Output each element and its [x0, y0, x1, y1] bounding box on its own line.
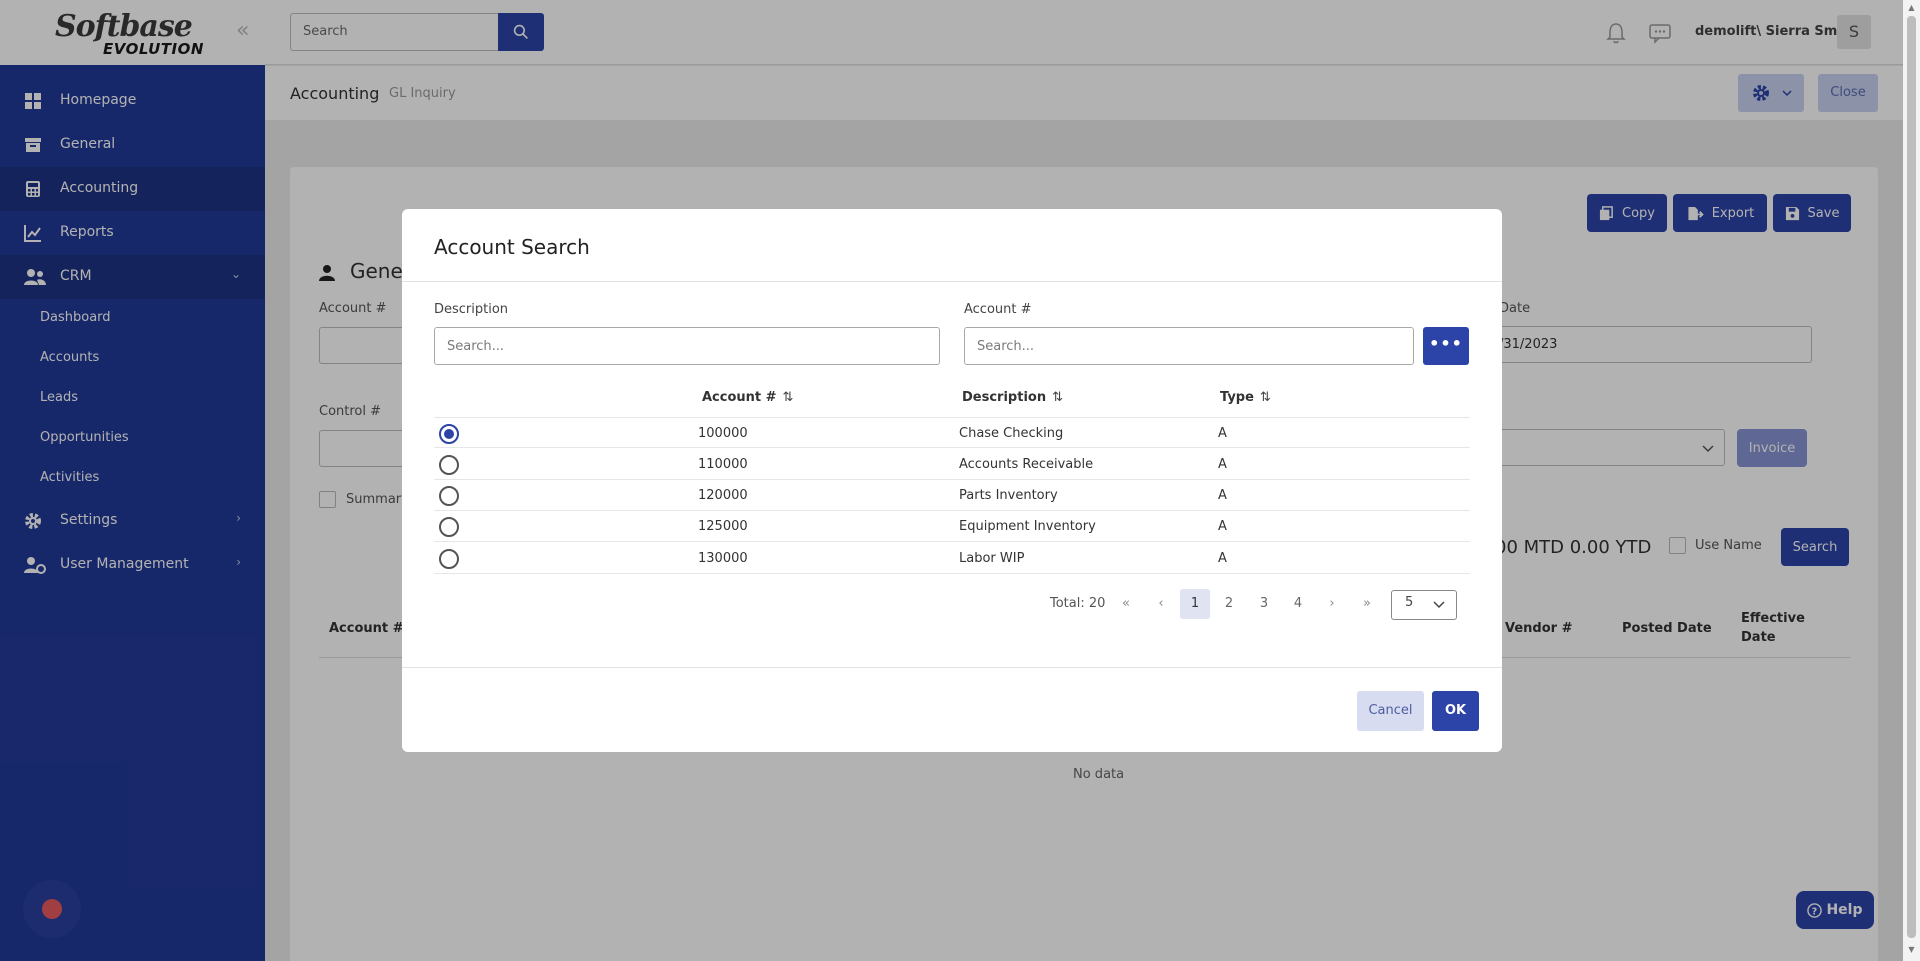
description-label: Description — [434, 302, 509, 317]
sort-icon[interactable]: ⇅ — [1052, 390, 1063, 405]
sort-icon[interactable]: ⇅ — [1260, 390, 1271, 405]
type-cell: A — [1218, 488, 1227, 503]
description-cell: Chase Checking — [959, 426, 1064, 441]
more-options-button[interactable]: ••• — [1423, 327, 1469, 365]
table-row[interactable]: 120000 Parts Inventory A — [434, 480, 1470, 511]
page-button-1[interactable]: 1 — [1180, 589, 1210, 619]
row-radio[interactable] — [439, 486, 459, 506]
page-button-3[interactable]: 3 — [1249, 589, 1279, 619]
type-cell: A — [1218, 426, 1227, 441]
divider — [402, 281, 1502, 282]
account-cell: 125000 — [698, 519, 748, 534]
divider — [402, 667, 1502, 668]
type-cell: A — [1218, 519, 1227, 534]
type-cell: A — [1218, 551, 1227, 566]
last-page-button[interactable]: » — [1352, 589, 1382, 619]
ok-button[interactable]: OK — [1432, 691, 1479, 731]
prev-page-button[interactable]: ‹ — [1146, 589, 1176, 619]
page-size-select[interactable]: 5 — [1391, 590, 1457, 620]
page-size-value: 5 — [1405, 595, 1414, 610]
column-header-label: Type — [1220, 390, 1254, 405]
description-cell: Equipment Inventory — [959, 519, 1096, 534]
page-scrollbar[interactable]: ▲ ▼ — [1903, 0, 1920, 961]
page-button-2[interactable]: 2 — [1214, 589, 1244, 619]
description-search-input[interactable]: Search... — [434, 327, 940, 365]
row-radio[interactable] — [439, 549, 459, 569]
first-page-button[interactable]: « — [1111, 589, 1141, 619]
account-number-search-input[interactable]: Search... — [964, 327, 1414, 365]
account-number-label: Account # — [964, 302, 1032, 317]
description-cell: Labor WIP — [959, 551, 1025, 566]
cancel-button[interactable]: Cancel — [1357, 691, 1424, 731]
type-cell: A — [1218, 457, 1227, 472]
account-cell: 130000 — [698, 551, 748, 566]
row-radio[interactable] — [439, 424, 459, 444]
scroll-up-arrow[interactable]: ▲ — [1907, 3, 1916, 12]
total-count: Total: 20 — [1050, 596, 1106, 611]
column-header-account[interactable]: Account # ⇅ — [702, 390, 793, 405]
account-cell: 100000 — [698, 426, 748, 441]
table-row[interactable]: 125000 Equipment Inventory A — [434, 511, 1470, 542]
account-cell: 110000 — [698, 457, 748, 472]
column-header-label: Description — [962, 390, 1047, 405]
table-row[interactable]: 130000 Labor WIP A — [434, 543, 1470, 574]
sort-icon[interactable]: ⇅ — [783, 390, 794, 405]
scroll-down-arrow[interactable]: ▼ — [1907, 945, 1916, 954]
table-row[interactable]: 110000 Accounts Receivable A — [434, 449, 1470, 480]
row-radio[interactable] — [439, 517, 459, 537]
table-row[interactable]: 100000 Chase Checking A — [434, 417, 1470, 448]
scrollbar-thumb[interactable] — [1907, 16, 1916, 938]
dialog-title: Account Search — [434, 235, 590, 259]
column-header-type[interactable]: Type ⇅ — [1220, 390, 1271, 405]
description-cell: Parts Inventory — [959, 488, 1058, 503]
column-header-label: Account # — [702, 390, 777, 405]
next-page-button[interactable]: › — [1317, 589, 1347, 619]
account-cell: 120000 — [698, 488, 748, 503]
chevron-down-icon — [1433, 601, 1445, 609]
row-radio[interactable] — [439, 455, 459, 475]
page-button-4[interactable]: 4 — [1283, 589, 1313, 619]
description-cell: Accounts Receivable — [959, 457, 1094, 472]
account-search-dialog: Account Search Description Search... Acc… — [402, 209, 1502, 752]
column-header-description[interactable]: Description ⇅ — [962, 390, 1063, 405]
